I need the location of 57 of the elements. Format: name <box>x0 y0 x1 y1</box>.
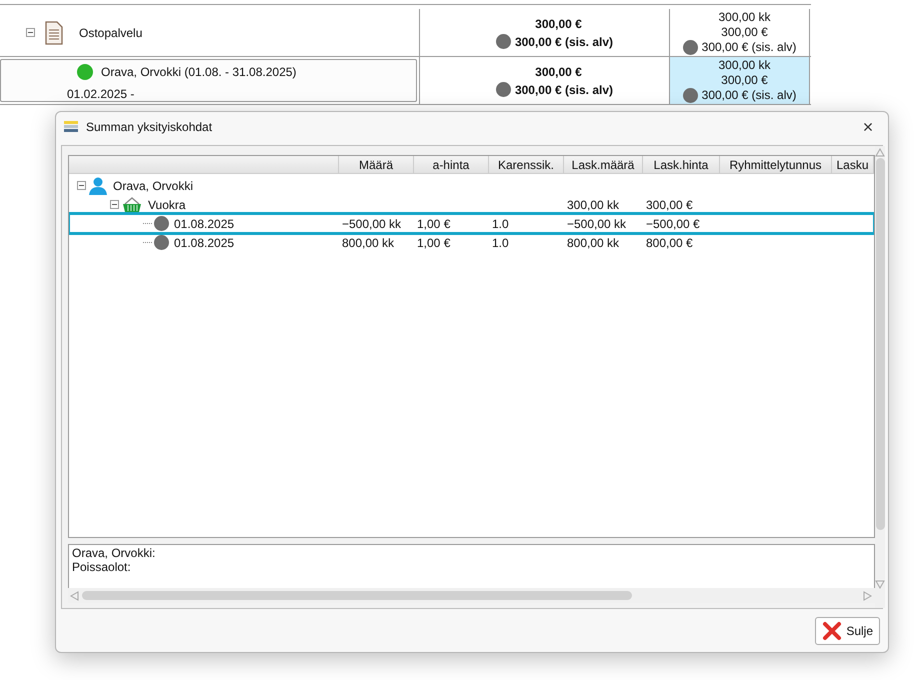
scroll-arrow-icon[interactable] <box>70 590 80 600</box>
column-header[interactable]: Lask.hinta <box>654 156 708 173</box>
date-range: 01.02.2025 - <box>67 87 134 101</box>
amount-vat-text: 300,00 € (sis. alv) <box>514 82 614 98</box>
table-cell: 300,00 kk <box>567 198 620 212</box>
amount-text: 300,00 € <box>535 64 582 80</box>
tree-row[interactable]: Vuokra 300,00 kk 300,00 € <box>69 195 874 214</box>
info-text: Orava, Orvokki: <box>72 546 156 560</box>
tree-label: Orava, Orvokki <box>113 178 194 194</box>
close-icon <box>822 621 842 641</box>
column-header[interactable]: a-hinta <box>432 156 470 173</box>
table-cell: 800,00 kk <box>567 236 620 250</box>
table-cell: −500,00 kk <box>342 216 402 230</box>
person-label: Orava, Orvokki (01.08. - 31.08.2025) <box>101 64 296 81</box>
table-cell: 300,00 € <box>646 198 693 212</box>
person-card[interactable]: Orava, Orvokki (01.08. - 31.08.2025) 01.02.2025 - <box>0 59 417 102</box>
collapse-icon[interactable] <box>26 28 35 37</box>
collapse-icon[interactable] <box>77 181 86 190</box>
table-cell: 1,00 € <box>417 216 450 230</box>
vertical-scrollbar[interactable] <box>875 146 885 608</box>
column-header[interactable]: Karenssik. <box>498 156 554 173</box>
detail-text: 300,00 kk <box>717 58 771 73</box>
detail-text: 300,00 € <box>720 73 768 88</box>
collapse-icon[interactable] <box>110 200 119 209</box>
detail-text: 300,00 € <box>720 25 768 40</box>
info-text: Poissaolot: <box>72 560 132 574</box>
detail-text: 300,00 kk <box>717 10 771 25</box>
column-header[interactable]: Lask.määrä <box>572 156 634 173</box>
table-cell: −500,00 kk <box>567 216 626 230</box>
table-cell: 1.0 <box>492 236 509 250</box>
table-cell: 1,00 € <box>417 236 450 250</box>
tree-label: Vuokra <box>148 196 186 214</box>
detail-vat-text: 300,00 € (sis. alv) <box>702 40 796 55</box>
scroll-arrow-icon[interactable] <box>875 148 885 158</box>
app-icon <box>64 120 78 134</box>
table-cell: 800,00 kk <box>342 236 394 250</box>
amount-text: 300,00 € <box>535 16 582 32</box>
table-cell: 1.0 <box>492 216 509 230</box>
tree-label: 01.08.2025 <box>174 216 234 232</box>
table-cell: 800,00 € <box>646 236 693 250</box>
amount-vat-text: 300,00 € (sis. alv) <box>514 34 614 50</box>
person-icon <box>88 176 108 194</box>
table-cell: −500,00 € <box>646 216 700 230</box>
close-dialog-button[interactable]: Sulje <box>815 617 880 645</box>
basket-icon <box>121 196 143 212</box>
column-header[interactable]: Määrä <box>358 156 393 173</box>
tree-row[interactable]: 01.08.2025 −500,00 kk 1,00 € 1.0 −500,00 kk −500,00 € <box>69 214 874 233</box>
row-label: Ostopalvelu <box>79 24 142 42</box>
tree-label: 01.08.2025 <box>174 234 234 252</box>
window-title: Summan yksityiskohdat <box>86 119 214 136</box>
close-button[interactable]: × <box>856 118 880 136</box>
detail-vat-text: 300,00 € (sis. alv) <box>702 88 796 103</box>
column-header[interactable]: Ryhmittelytunnus <box>729 156 822 173</box>
tree-row[interactable]: Orava, Orvokki <box>69 176 874 195</box>
document-icon <box>45 20 63 44</box>
column-header[interactable]: Lasku <box>836 156 869 173</box>
tree-row[interactable]: 01.08.2025 800,00 kk 1,00 € 1.0 800,00 kk 800,00 € <box>69 233 874 252</box>
